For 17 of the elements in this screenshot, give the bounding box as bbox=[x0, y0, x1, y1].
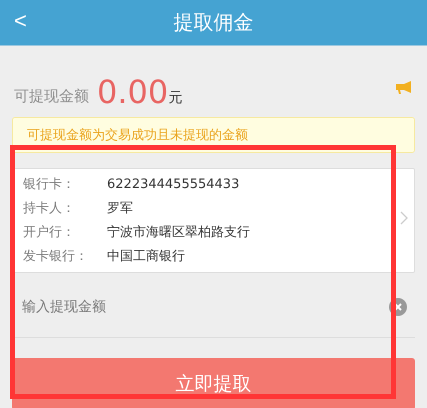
bank-card-panel[interactable]: 银行卡： 6222344455554433 持卡人： 罗军 开户行： 宁波市海曙区翠柏路支行 发卡银行： 中国工商银行 bbox=[12, 168, 415, 273]
field-label: 银行卡： bbox=[23, 176, 76, 194]
currency-unit: 元 bbox=[168, 89, 182, 107]
field-label: 持卡人： bbox=[23, 200, 76, 218]
back-button[interactable]: < bbox=[10, 8, 31, 34]
field-value: 6222344455554433 bbox=[107, 176, 240, 194]
field-value: 罗军 bbox=[107, 200, 134, 218]
field-label: 开户行： bbox=[23, 224, 76, 242]
page-title: 提取佣金 bbox=[174, 9, 254, 36]
balance-amount: 0.00 bbox=[97, 73, 168, 111]
field-value: 宁波市海曙区翠柏路支行 bbox=[107, 224, 251, 242]
balance-label: 可提现金额 bbox=[14, 87, 89, 106]
field-label: 发卡银行： bbox=[23, 248, 89, 266]
clear-icon[interactable] bbox=[389, 298, 407, 316]
field-value: 中国工商银行 bbox=[107, 248, 186, 266]
chevron-right-icon bbox=[400, 211, 408, 225]
amount-input[interactable]: 输入提现金额 bbox=[12, 298, 389, 316]
